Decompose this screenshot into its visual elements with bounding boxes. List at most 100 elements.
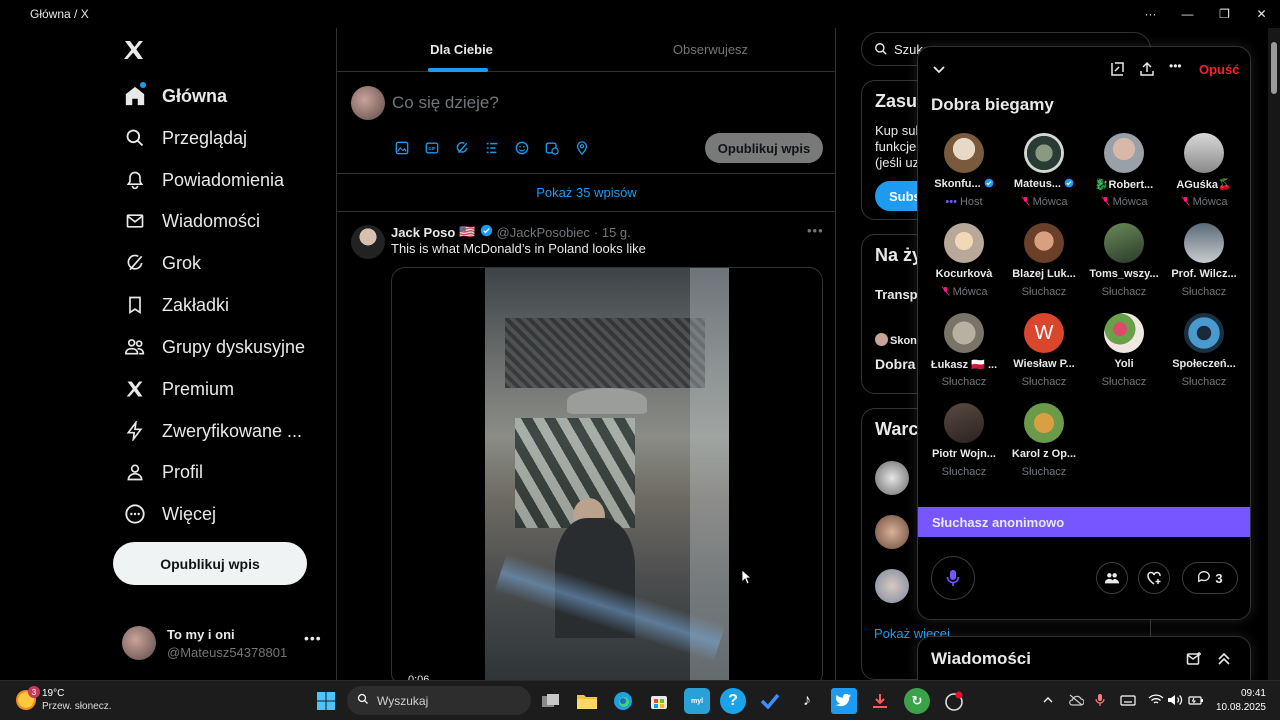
poll-icon[interactable] <box>482 138 502 158</box>
space-participant[interactable]: Piotr Wojn... Słuchacz <box>924 403 1004 487</box>
grok-icon[interactable] <box>452 138 472 158</box>
account-switcher[interactable]: To my i oni @Mateusz54378801 ••• <box>122 624 332 664</box>
app-badge-icon[interactable] <box>941 688 967 714</box>
microphone-icon[interactable] <box>931 556 975 600</box>
tab-for-you[interactable]: Dla Ciebie <box>337 28 586 71</box>
minimize-icon[interactable]: — <box>1169 0 1206 28</box>
scrollbar-thumb[interactable] <box>1271 42 1277 94</box>
more-icon[interactable]: ••• <box>1169 59 1185 75</box>
windows-start-icon[interactable] <box>313 688 339 714</box>
schedule-icon[interactable] <box>542 138 562 158</box>
tiktok-icon[interactable]: ♪ <box>794 688 820 714</box>
emoji-icon[interactable] <box>512 138 532 158</box>
nav-messages[interactable]: Wiadomości <box>112 201 332 241</box>
scrollbar[interactable] <box>1268 28 1280 680</box>
messages-drawer[interactable]: Wiadomości <box>917 636 1251 680</box>
todo-check-icon[interactable] <box>757 688 783 714</box>
restore-icon[interactable]: ❐ <box>1206 0 1243 28</box>
nav-communities[interactable]: Grupy dyskusyjne <box>112 327 332 367</box>
chevron-up-icon[interactable] <box>1042 693 1056 707</box>
bookmark-icon <box>122 292 148 318</box>
space-participant[interactable]: Yoli Słuchacz <box>1084 313 1164 397</box>
space-participant[interactable]: Kocurkovà Mówca <box>924 223 1004 307</box>
dock-icon[interactable] <box>1109 61 1125 77</box>
space-participant[interactable]: Karol z Op... Słuchacz <box>1004 403 1084 487</box>
edge-browser-icon[interactable] <box>610 688 636 714</box>
space-participant[interactable]: W Wiesław P... Słuchacz <box>1004 313 1084 397</box>
nav-profile[interactable]: Profil <box>112 452 332 492</box>
tab-following[interactable]: Obserwujesz <box>586 28 835 71</box>
gif-icon[interactable]: GIF <box>422 138 442 158</box>
location-icon[interactable] <box>572 138 592 158</box>
nav-verified-orgs[interactable]: Zweryfikowane ... <box>112 411 332 451</box>
close-icon[interactable]: ✕ <box>1243 0 1280 28</box>
nav-premium[interactable]: Premium <box>112 369 332 409</box>
expand-up-icon[interactable] <box>1216 651 1232 667</box>
microphone-icon[interactable] <box>1095 693 1109 707</box>
more-icon[interactable]: ••• <box>304 630 322 646</box>
space-participant[interactable]: Społeczeń... Słuchacz <box>1164 313 1244 397</box>
avatar[interactable] <box>351 225 385 259</box>
tweet-time[interactable]: · 15 g. <box>594 225 631 240</box>
show-new-posts[interactable]: Pokaż 35 wpisów <box>337 174 836 212</box>
file-explorer-icon[interactable] <box>574 688 600 714</box>
task-view-icon[interactable] <box>538 688 564 714</box>
avatar[interactable] <box>875 515 909 549</box>
share-icon[interactable] <box>1139 61 1155 77</box>
avatar[interactable] <box>875 461 909 495</box>
more-icon[interactable]: ··· <box>1132 0 1169 28</box>
image-icon[interactable] <box>392 138 412 158</box>
space-participant[interactable]: Skonfu... ••• Host <box>924 133 1004 217</box>
wifi-icon[interactable] <box>1148 693 1164 707</box>
reaction-heart-icon[interactable] <box>1138 562 1170 594</box>
tweet-header: Jack Poso 🇺🇸 @JackPosobiec · 15 g. <box>391 224 631 240</box>
comments-button[interactable]: 3 <box>1182 562 1238 594</box>
download-icon[interactable] <box>867 688 893 714</box>
space-participant[interactable]: Blazej Luk... Słuchacz <box>1004 223 1084 307</box>
space-participant[interactable]: AGuśka🍒 Mówca <box>1164 133 1244 217</box>
cloud-sync-icon[interactable] <box>1068 693 1085 707</box>
leave-space-button[interactable]: Opuść <box>1199 62 1239 77</box>
participant-name: AGuśka🍒 <box>1164 178 1244 191</box>
live-space-title[interactable]: Dobra l <box>875 356 923 372</box>
tweet-handle[interactable]: @JackPosobiec <box>497 225 590 240</box>
twitter-app-icon[interactable] <box>831 688 857 714</box>
mic-muted-icon <box>1181 196 1193 208</box>
nav-bookmarks[interactable]: Zakładki <box>112 285 332 325</box>
post-button[interactable]: Opublikuj wpis <box>113 542 307 585</box>
space-participant[interactable]: Toms_wszy... Słuchacz <box>1084 223 1164 307</box>
avatar[interactable] <box>875 569 909 603</box>
keyboard-icon[interactable] <box>1120 693 1136 707</box>
nav-more[interactable]: Więcej <box>112 494 332 534</box>
space-participant[interactable]: Mateus... Mówca <box>1004 133 1084 217</box>
app-icon[interactable]: myl <box>684 688 710 714</box>
chevron-down-icon[interactable] <box>931 61 947 77</box>
battery-icon[interactable] <box>1188 693 1203 707</box>
compose-box: Co się dzieje? GIF Opublikuj wpis <box>337 72 836 174</box>
store-icon[interactable] <box>646 688 672 714</box>
space-participant[interactable]: 🐉Robert... Mówca <box>1084 133 1164 217</box>
space-participant[interactable]: Łukasz 🇵🇱 ... Słuchacz <box>924 313 1004 397</box>
space-participant[interactable]: Prof. Wilcz... Słuchacz <box>1164 223 1244 307</box>
nav-explore[interactable]: Przeglądaj <box>112 118 332 158</box>
nav-home[interactable]: Główna <box>112 76 332 116</box>
taskbar-search[interactable]: Wyszukaj <box>347 686 531 715</box>
compose-post-button[interactable]: Opublikuj wpis <box>705 133 823 163</box>
app-green-icon[interactable]: ↻ <box>904 688 930 714</box>
participant-role: Słuchacz <box>1084 376 1164 388</box>
tweet-video[interactable]: 0:06 <box>391 267 823 687</box>
people-icon[interactable] <box>1096 562 1128 594</box>
weather-widget[interactable]: 3 19°C Przew. słonecz. <box>16 686 136 716</box>
more-icon[interactable]: ••• <box>807 223 824 238</box>
nav-grok[interactable]: Grok <box>112 243 332 283</box>
participant-name-text: Kocurkovà <box>935 268 993 280</box>
new-message-icon[interactable] <box>1186 651 1202 667</box>
help-icon[interactable]: ? <box>720 688 746 714</box>
tweet-author[interactable]: Jack Poso <box>391 225 455 240</box>
tweet[interactable]: Jack Poso 🇺🇸 @JackPosobiec · 15 g. ••• T… <box>337 213 836 687</box>
taskbar-clock[interactable]: 09:41 10.08.2025 <box>1212 687 1266 715</box>
x-logo-icon[interactable] <box>122 38 150 66</box>
nav-notifications[interactable]: Powiadomienia <box>112 160 332 200</box>
compose-input[interactable]: Co się dzieje? <box>392 93 499 113</box>
volume-icon[interactable] <box>1167 693 1183 707</box>
